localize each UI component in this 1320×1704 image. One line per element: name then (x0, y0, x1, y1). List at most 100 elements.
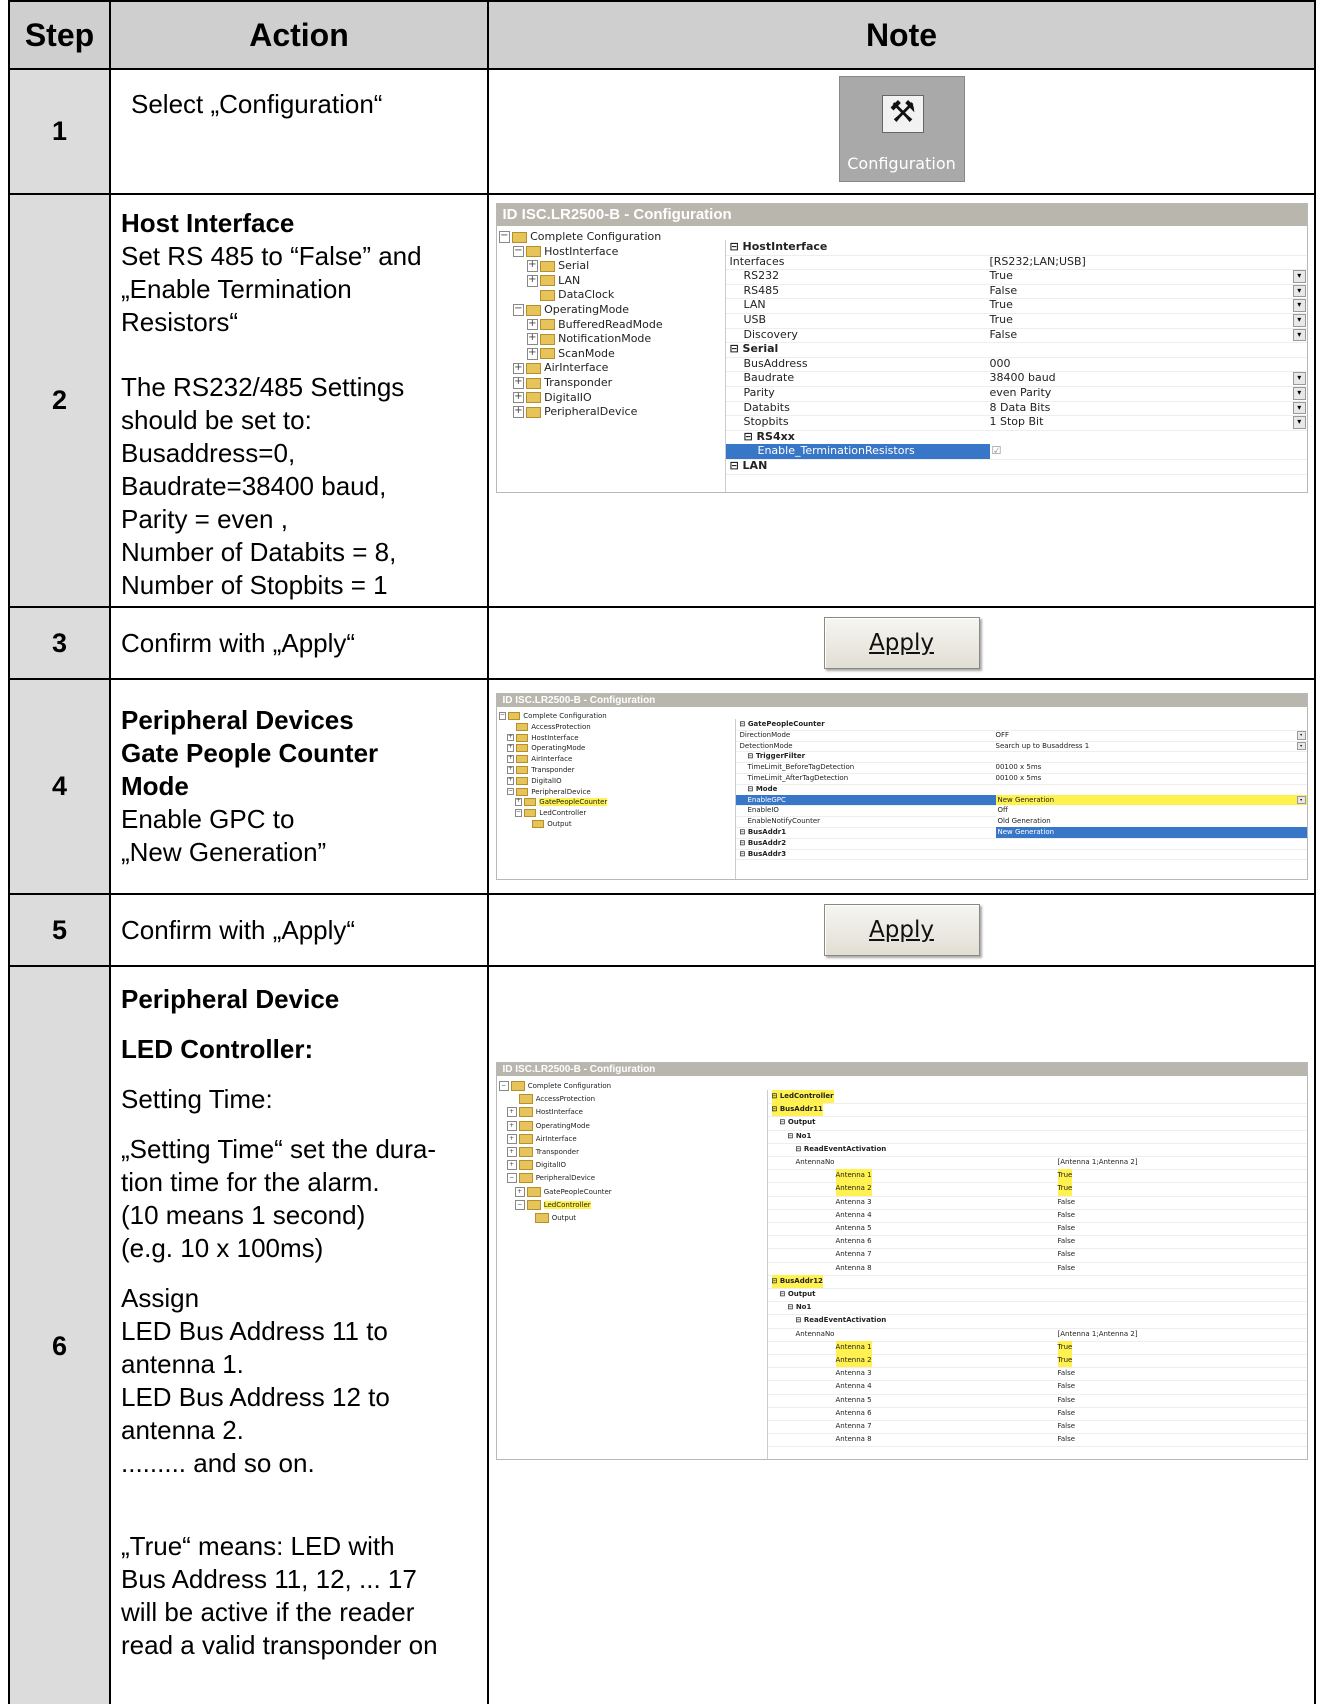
dropdown-arrow-icon[interactable]: ▾ (1292, 401, 1306, 415)
property-name: Parity (743, 386, 775, 399)
folder-icon (526, 246, 542, 258)
tree-item-label: AirInterface (544, 361, 609, 375)
tree-item-label: OperatingMode (535, 1121, 590, 1130)
tree-item: − PeripheralDevice (506, 787, 591, 798)
expand-icon: + (512, 361, 525, 375)
property-row: ⊟ Serial (725, 342, 1307, 358)
folder-icon (512, 231, 528, 243)
tree-item: − Complete Configuration (498, 230, 661, 245)
property-name: Antenna 7 (835, 1422, 872, 1430)
tools-icon: ⚒ (881, 95, 924, 133)
text-line: Busaddress=0, (121, 438, 296, 468)
property-value: True (989, 313, 1013, 326)
dropdown-arrow-icon[interactable]: ▾ (1292, 270, 1306, 283)
text-line: antenna 2. (121, 1415, 244, 1445)
property-row: RS232 True ▾ (725, 269, 1307, 285)
property-name: RS232 (743, 269, 780, 283)
tree-item: + GatePeopleCounter (514, 797, 608, 808)
dropdown-arrow-icon[interactable]: ▾ (1292, 416, 1306, 429)
property-value: False (1057, 1210, 1076, 1219)
property-value: False (1057, 1408, 1076, 1417)
dropdown-arrow-icon[interactable]: ▾ (1296, 795, 1306, 805)
tree-item-label: HostInterface (531, 733, 579, 742)
step-heading: Peripheral Devices Gate People Counter Mod… (121, 704, 479, 803)
dropdown-arrow-icon[interactable]: ▾ (1292, 284, 1306, 298)
dropdown-arrow-icon[interactable]: ▾ (1292, 299, 1306, 312)
dropdown-arrow-icon[interactable]: ▾ (1292, 328, 1306, 342)
property-name: Baudrate (743, 371, 795, 385)
collapse-icon: ⊟ (795, 1316, 804, 1325)
tree-item-label: LedController (543, 1200, 591, 1209)
property-row: LAN True ▾ (725, 298, 1307, 314)
expand-icon: − (498, 711, 507, 720)
property-row: ⊟ HostInterface (725, 240, 1307, 256)
folder-icon (526, 406, 542, 418)
property-value: False (989, 327, 1018, 341)
tree-item-label: PeripheralDevice (544, 405, 638, 419)
text-line: Baudrate=38400 baud, (121, 471, 387, 501)
property-row: Baudrate 38400 baud ▾ (725, 371, 1307, 387)
step-number: 5 (8, 893, 111, 967)
tree-item-label: ScanMode (558, 346, 615, 360)
property-name: Interfaces (729, 254, 785, 268)
property-value: False (1057, 1237, 1076, 1246)
apply-button[interactable]: Apply (823, 904, 980, 956)
property-row: ⊟ ReadEventActivation (767, 1314, 1307, 1329)
property-row: Antenna 4 False (767, 1380, 1307, 1395)
property-row: USB True ▾ (725, 313, 1307, 329)
property-row: Antenna 3 False (767, 1367, 1307, 1382)
property-name: ⊟ ReadEventActivation (795, 1144, 887, 1153)
tree-item: + AirInterface (512, 361, 609, 376)
text-line: antenna 1. (121, 1349, 244, 1379)
step-text: „Setting Time“ set the dura-tion time fo… (121, 1133, 479, 1265)
property-name: Antenna 3 (835, 1369, 872, 1378)
expand-icon: + (526, 332, 539, 345)
property-row: ⊟ No1 (767, 1130, 1307, 1144)
text-line: „Enable Termination (121, 274, 352, 304)
property-name: Antenna 6 (835, 1237, 872, 1246)
step-text: Setting Time: (121, 1084, 273, 1114)
tree-item-label: DigitalIO (544, 390, 592, 404)
tree-item: AccessProtection (507, 722, 591, 733)
property-row: Enable_TerminationResistors ☑ (725, 444, 1307, 460)
step-action: Host Interface Set RS 485 to “False” and… (109, 193, 489, 608)
tree-item-label: Transponder (531, 766, 575, 774)
configuration-tile[interactable]: ⚒ Configuration (838, 76, 965, 182)
expand-icon: + (526, 274, 539, 287)
tree-item-label: Complete Configuration (523, 712, 607, 720)
property-name: Antenna 5 (835, 1395, 872, 1404)
tree-item-label: LedController (539, 809, 587, 818)
folder-icon (518, 1133, 533, 1144)
settings-tree: − Complete Configuration AccessProtection +… (498, 1080, 759, 1459)
col-header-step: Step (8, 0, 111, 70)
expand-icon: + (506, 765, 515, 774)
folder-icon (510, 1081, 525, 1091)
property-value: False (1057, 1395, 1076, 1404)
expand-icon: − (498, 230, 511, 243)
dropdown-arrow-icon[interactable]: ▾ (1292, 387, 1306, 400)
property-name: ⊟ BusAddr11 (771, 1103, 823, 1117)
property-row: RS485 False ▾ (725, 284, 1307, 300)
tree-item: + LAN (526, 274, 580, 289)
text-line: Enable GPC to (121, 804, 295, 834)
text-line: Number of Stopbits = 1 (121, 570, 388, 600)
folder-icon (526, 304, 542, 316)
property-row: AntennaNo [Antenna 1;Antenna 2] (767, 1328, 1307, 1342)
property-value: Old Generation (995, 816, 1307, 827)
dropdown-arrow-icon[interactable]: ▾ (1296, 730, 1306, 740)
tree-item-label: BufferedReadMode (558, 317, 663, 331)
property-value: False (1057, 1250, 1076, 1259)
dropdown-arrow-icon[interactable]: ▾ (1292, 372, 1306, 385)
apply-button[interactable]: Apply (823, 617, 980, 669)
collapse-icon: ⊟ (739, 849, 748, 858)
property-value: True (989, 269, 1013, 283)
instruction-document: Step Action Note 1 Select „Configuration… (8, 0, 1320, 1704)
property-name: Antenna 1 (835, 1340, 872, 1354)
property-value: 8 Data Bits (989, 400, 1051, 414)
property-name: Enable_TerminationResistors (757, 444, 915, 458)
dropdown-arrow-icon[interactable]: ▾ (1296, 741, 1306, 751)
property-value: False (1057, 1382, 1076, 1391)
dropdown-arrow-icon[interactable]: ▾ (1292, 314, 1306, 327)
text-line: tion time for the alarm. (121, 1167, 380, 1197)
step-action: Peripheral Devices Gate People Counter Mod… (109, 678, 489, 895)
